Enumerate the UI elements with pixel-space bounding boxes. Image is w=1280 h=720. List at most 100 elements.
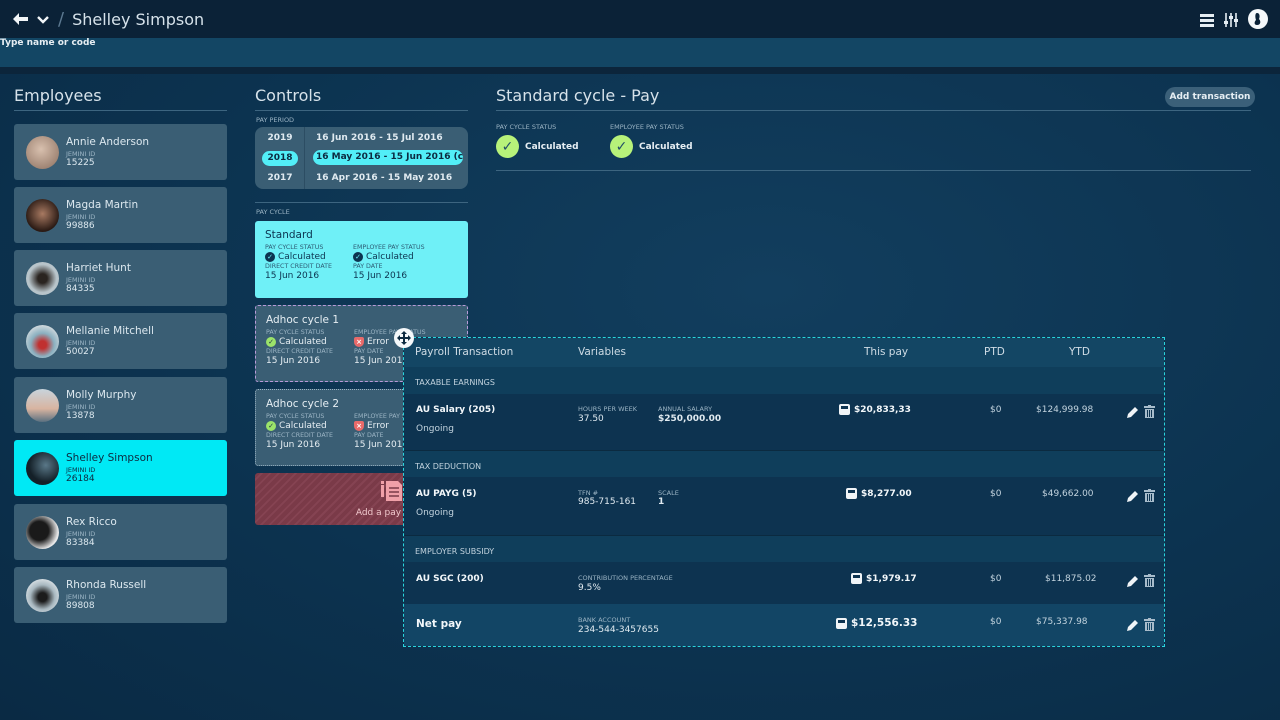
- ytd: $49,662.00: [1042, 489, 1094, 499]
- user-avatar-icon[interactable]: [1248, 9, 1268, 33]
- employee-card[interactable]: Harriet Hunt JEMINI ID 84335: [14, 250, 227, 306]
- year-option-selected[interactable]: 2018: [262, 151, 298, 166]
- this-pay: $1,979.17: [851, 573, 917, 584]
- employee-name: Molly Murphy: [66, 389, 137, 401]
- employee-card[interactable]: Molly Murphy JEMINI ID 13878: [14, 377, 227, 433]
- employees-heading: Employees: [14, 86, 102, 105]
- trash-icon[interactable]: [1144, 403, 1155, 422]
- avatar: [26, 515, 59, 549]
- pay-cycle-status: ✓ Calculated: [265, 252, 353, 262]
- column-header: YTD: [1069, 346, 1090, 358]
- employee-name: Mellanie Mitchell: [66, 325, 154, 337]
- search-input[interactable]: SEARCH Type name or code: [0, 38, 1280, 67]
- table-row[interactable]: AU Salary (205) Ongoing HOURS PER WEEK 3…: [404, 394, 1164, 450]
- add-transaction-button[interactable]: Add transaction: [1165, 87, 1255, 107]
- year-option[interactable]: 2017: [262, 171, 298, 186]
- controls-heading: Controls: [255, 86, 322, 105]
- edit-pencil-icon[interactable]: [1127, 403, 1139, 422]
- cycle-name: Standard: [265, 229, 313, 241]
- trash-icon[interactable]: [1144, 572, 1155, 591]
- list-icon[interactable]: [1200, 12, 1214, 31]
- section-header: TAXABLE EARNINGS: [404, 367, 1164, 394]
- employee-card-selected[interactable]: Shelley Simpson JEMINI ID 26184: [14, 440, 227, 496]
- ptd: $0: [990, 405, 1002, 415]
- pay-period-label: PAY PERIOD: [256, 116, 295, 124]
- id-label: JEMINI ID: [66, 530, 96, 538]
- field-label: PAY CYCLE STATUS: [265, 244, 324, 251]
- net-pay-row[interactable]: Net pay BANK ACCOUNT 234-544-3457655 $12…: [404, 604, 1164, 646]
- avatar: [26, 135, 59, 169]
- employee-card[interactable]: Rex Ricco JEMINI ID 83384: [14, 504, 227, 560]
- edit-pencil-icon[interactable]: [1127, 487, 1139, 506]
- trash-icon[interactable]: [1144, 487, 1155, 506]
- id-label: JEMINI ID: [66, 276, 96, 284]
- error-shield-icon: ×: [354, 421, 364, 431]
- employee-id: 83384: [66, 538, 95, 548]
- pay-cycle-status-summary: PAY CYCLE STATUS ✓ Calculated: [496, 123, 579, 158]
- trash-icon[interactable]: [1144, 616, 1155, 635]
- field-label: DIRECT CREDIT DATE: [265, 263, 332, 270]
- employee-id: 50027: [66, 347, 95, 357]
- employee-card[interactable]: Magda Martin JEMINI ID 99886: [14, 187, 227, 243]
- direct-credit-date: 15 Jun 2016: [266, 356, 321, 366]
- cycle-name: Adhoc cycle 1: [266, 314, 340, 326]
- back-arrow-icon[interactable]: [12, 12, 28, 26]
- employee-pay-status-summary: EMPLOYEE PAY STATUS ✓ Calculated: [610, 123, 693, 158]
- calculator-icon: [839, 404, 850, 415]
- avatar: [26, 451, 59, 485]
- pay-period-selector: 2019 2018 2017 16 Jun 2016 - 15 Jul 2016…: [255, 127, 468, 189]
- avatar: [26, 261, 59, 295]
- move-handle-icon[interactable]: [394, 328, 414, 348]
- main-heading: Standard cycle - Pay: [496, 86, 660, 105]
- employee-name: Harriet Hunt: [66, 262, 131, 274]
- direct-credit-date: 15 Jun 2016: [265, 271, 320, 281]
- period-option[interactable]: 16 Jun 2016 - 15 Jul 2016: [313, 131, 463, 146]
- employee-name: Annie Anderson: [66, 136, 150, 148]
- field-label: PAY DATE: [353, 263, 383, 270]
- edit-pencil-icon[interactable]: [1127, 572, 1139, 591]
- ptd: $0: [990, 489, 1002, 499]
- section-header: TAX DEDUCTION: [404, 450, 1164, 477]
- ytd: $11,875.02: [1045, 574, 1097, 584]
- avatar: [26, 388, 59, 422]
- employee-id: 89808: [66, 601, 95, 611]
- sliders-icon[interactable]: [1224, 12, 1238, 31]
- pay-cycle-status-value: Calculated: [525, 141, 579, 152]
- ytd: $124,999.98: [1036, 405, 1094, 415]
- this-pay: $12,556.33: [836, 617, 917, 629]
- edit-pencil-icon[interactable]: [1127, 616, 1139, 635]
- ptd: $0: [990, 574, 1002, 584]
- employee-pay-status: ✓ Calculated: [353, 252, 458, 262]
- employee-id: 13878: [66, 411, 95, 421]
- this-pay: $8,277.00: [846, 488, 912, 499]
- year-option[interactable]: 2019: [262, 131, 298, 146]
- avatar: [26, 578, 59, 612]
- id-label: JEMINI ID: [66, 593, 96, 601]
- avatar: [26, 198, 59, 232]
- employee-id: 26184: [66, 474, 95, 484]
- period-option[interactable]: 16 Apr 2016 - 15 May 2016: [313, 171, 463, 186]
- chevron-down-icon[interactable]: [36, 12, 50, 26]
- id-label: JEMINI ID: [66, 339, 96, 347]
- table-row[interactable]: AU SGC (200) CONTRIBUTION PERCENTAGE 9.5…: [404, 562, 1164, 604]
- pay-cycle-label: PAY CYCLE: [256, 208, 290, 216]
- employee-card[interactable]: Mellanie Mitchell JEMINI ID 50027: [14, 313, 227, 369]
- table-row[interactable]: AU PAYG (5) Ongoing TFN # 985-715-161 SC…: [404, 477, 1164, 535]
- employee-card[interactable]: Annie Anderson JEMINI ID 15225: [14, 124, 227, 180]
- avatar: [26, 324, 59, 358]
- id-label: JEMINI ID: [66, 213, 96, 221]
- pay-date: 15 Jun 2016: [353, 271, 408, 281]
- toolbar: Add ooo Action ooo SEARCH Type name or c…: [0, 38, 1280, 74]
- pay-cycle-card-standard[interactable]: Standard PAY CYCLE STATUS EMPLOYEE PAY S…: [255, 221, 468, 298]
- check-circle-icon: ✓: [265, 252, 275, 262]
- check-circle-icon: ✓: [496, 135, 519, 158]
- employee-card[interactable]: Rhonda Russell JEMINI ID 89808: [14, 567, 227, 623]
- period-option-selected[interactable]: 16 May 2016 - 15 Jun 2016 (cur...: [313, 150, 463, 165]
- document-add-icon: [380, 480, 403, 505]
- breadcrumb-separator: /: [58, 8, 65, 30]
- top-bar: / Shelley Simpson: [0, 0, 1280, 38]
- search-placeholder[interactable]: Type name or code: [0, 38, 1280, 67]
- divider: [496, 170, 1251, 171]
- direct-credit-date: 15 Jun 2016: [266, 440, 321, 450]
- pay-cycle-status: ✓ Calculated: [266, 337, 354, 347]
